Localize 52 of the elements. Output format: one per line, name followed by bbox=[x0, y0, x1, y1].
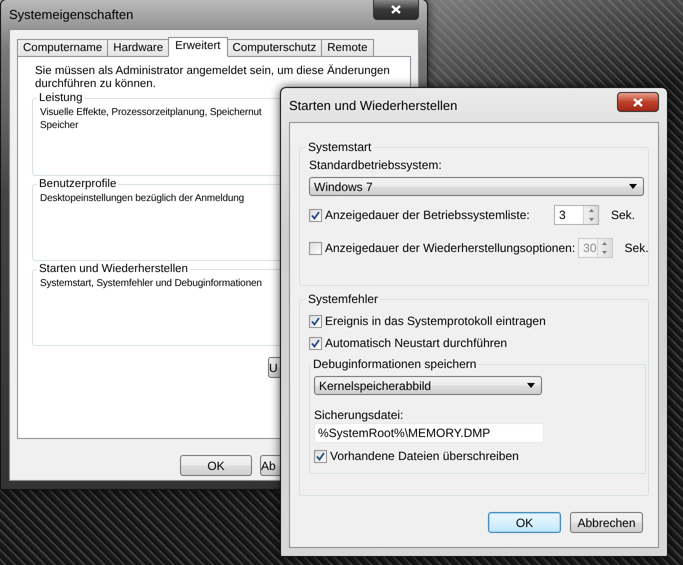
checkmark-icon bbox=[311, 210, 320, 220]
group-title: Leistung bbox=[38, 92, 84, 104]
close-button[interactable] bbox=[617, 92, 659, 112]
close-icon bbox=[633, 98, 643, 106]
input-field[interactable]: %SystemRoot%\MEMORY.DMP bbox=[314, 423, 544, 443]
tab[interactable]: Computerschutz bbox=[226, 39, 322, 57]
field-label: Standardbetriebssystem: bbox=[309, 158, 443, 172]
spin-box[interactable]: 3 bbox=[554, 205, 599, 225]
dialog-button[interactable]: OK bbox=[180, 455, 252, 476]
group-title: Systemfehler bbox=[307, 292, 380, 306]
down-arrow-icon bbox=[602, 251, 608, 254]
group-title: Debuginformationen speichern bbox=[312, 357, 478, 371]
group-description: Desktopeinstellungen bezüglich der Anmeldung bbox=[40, 192, 246, 205]
close-button[interactable] bbox=[373, 0, 419, 20]
checkbox-label: Vorhandene Dateien überschreiben bbox=[330, 449, 519, 463]
unit-label: Sek. bbox=[624, 241, 649, 255]
field-label: Sicherungsdatei: bbox=[314, 408, 404, 422]
dropdown[interactable]: Windows 7 bbox=[309, 177, 644, 196]
dropdown[interactable]: Kernelspeicherabbild bbox=[314, 376, 542, 395]
admin-note: Sie müssen als Administrator angemeldet sein, um diese Änderungen durchführen zu können. bbox=[35, 65, 391, 91]
window-title: Systemeigenschaften bbox=[9, 7, 134, 22]
down-arrow-icon bbox=[588, 218, 594, 221]
dialog-button[interactable]: Abbrechen bbox=[570, 512, 643, 533]
dialog-button[interactable]: OK bbox=[488, 512, 561, 533]
tab[interactable]: Erweitert bbox=[168, 37, 228, 57]
checkbox-label: Anzeigedauer der Betriebssystemliste: bbox=[325, 208, 530, 222]
group-description: Speicher bbox=[40, 119, 80, 132]
tab[interactable]: Remote bbox=[321, 39, 374, 57]
checkmark-icon bbox=[311, 338, 320, 348]
unit-label: Sek. bbox=[610, 208, 636, 222]
caret-icon bbox=[527, 383, 535, 388]
group-description: Visuelle Effekte, Prozessorzeitplanung, Speichernut bbox=[40, 106, 263, 119]
close-icon bbox=[391, 5, 401, 14]
checkbox[interactable] bbox=[309, 336, 322, 350]
group-title: Benutzerprofile bbox=[38, 178, 118, 190]
tab[interactable]: Hardware bbox=[107, 39, 170, 57]
checkbox[interactable] bbox=[309, 208, 322, 222]
group-title: Systemstart bbox=[307, 140, 372, 154]
checkmark-icon bbox=[316, 452, 325, 460]
checkbox-label: Ereignis in das Systemprotokoll eintragen bbox=[325, 314, 546, 328]
caret-icon bbox=[629, 184, 637, 189]
group-description: Systemstart, Systemfehler und Debuginformationen bbox=[40, 277, 263, 290]
up-arrow-icon bbox=[588, 209, 594, 212]
group-title: Starten und Wiederherstellen bbox=[38, 263, 189, 275]
checkbox-label: Anzeigedauer der Wiederherstellungsoptionen: bbox=[325, 241, 576, 255]
checkbox-label: Automatisch Neustart durchführen bbox=[325, 336, 508, 350]
checkmark-icon bbox=[311, 316, 320, 326]
checkbox[interactable] bbox=[309, 314, 322, 328]
checkbox[interactable] bbox=[314, 450, 327, 462]
tab[interactable]: Computername bbox=[17, 39, 108, 57]
dialog-title: Starten und Wiederherstellen bbox=[289, 98, 458, 112]
up-arrow-icon bbox=[602, 242, 608, 245]
